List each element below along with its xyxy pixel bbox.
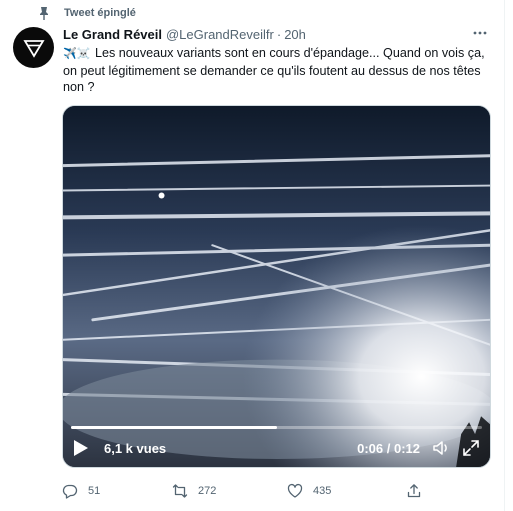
- tweet-actions: 51 272 435: [62, 480, 482, 502]
- retweet-count: 272: [198, 485, 217, 497]
- retweet-button[interactable]: 272: [172, 483, 216, 499]
- avatar[interactable]: [13, 27, 54, 68]
- tweet-text: ✈️☠️ Les nouveaux variants sont en cours …: [63, 45, 493, 96]
- tweet-card[interactable]: Tweet épinglé Le Grand Réveil @LeGrandRe…: [0, 0, 505, 511]
- pinned-indicator: Tweet épinglé: [38, 5, 136, 21]
- video-time: 0:06 / 0:12: [357, 440, 420, 456]
- video-frame: [63, 106, 490, 467]
- separator-dot: ·: [276, 27, 282, 42]
- plane-skull-emoji: ✈️☠️: [63, 48, 91, 60]
- like-count: 435: [313, 485, 332, 497]
- like-button[interactable]: 435: [287, 483, 331, 499]
- heart-icon: [287, 483, 303, 498]
- reply-count: 51: [88, 485, 101, 497]
- fullscreen-icon[interactable]: [462, 439, 480, 457]
- author-handle[interactable]: @LeGrandReveilfr: [166, 27, 274, 42]
- triangle-logo-icon: [22, 39, 45, 58]
- share-icon: [407, 484, 421, 498]
- play-icon[interactable]: [73, 439, 89, 457]
- tweet-timestamp[interactable]: 20h: [284, 27, 306, 42]
- volume-icon[interactable]: [432, 439, 450, 457]
- more-options-icon[interactable]: [470, 26, 490, 40]
- tweet-header: Le Grand Réveil @LeGrandReveilfr · 20h: [63, 27, 306, 42]
- share-button[interactable]: [406, 483, 422, 499]
- video-views: 6,1 k vues: [104, 440, 167, 456]
- pin-icon: [40, 7, 48, 20]
- reply-button[interactable]: 51: [62, 483, 100, 499]
- author-display-name[interactable]: Le Grand Réveil: [63, 27, 162, 42]
- tweet-body: Les nouveaux variants sont en cours d'ép…: [63, 46, 485, 94]
- video-player[interactable]: 6,1 k vues 0:06 / 0:12: [62, 105, 491, 468]
- reply-icon: [62, 484, 78, 499]
- video-controls: 6,1 k vues 0:06 / 0:12: [63, 429, 490, 467]
- pinned-label: Tweet épinglé: [64, 7, 136, 19]
- retweet-icon: [172, 484, 188, 498]
